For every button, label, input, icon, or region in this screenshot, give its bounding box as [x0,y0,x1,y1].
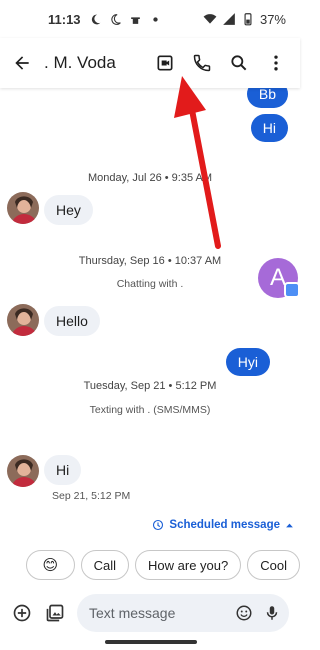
gallery-icon [46,604,64,622]
conversation-app-bar: . M. Voda [0,38,300,88]
text-message-input[interactable] [89,605,219,621]
contact-photo-icon [7,455,39,487]
chat-mode-label: Texting with . (SMS/MMS) [89,404,211,416]
smart-reply-chip[interactable]: How are you? [135,550,242,580]
more-vert-icon [273,55,278,71]
wifi-icon [203,14,217,24]
date-divider: Tuesday, Sep 21 • 5:12 PM [83,380,217,392]
message-timestamp: Sep 21, 5:12 PM [52,490,131,502]
status-bar: 11:13 37% [0,0,300,38]
status-time: 11:13 [48,11,81,27]
contact-photo-avatar[interactable] [7,304,39,336]
incoming-message-bubble[interactable]: Hi [44,455,82,485]
text-message-field[interactable] [77,594,289,632]
chevron-up-icon [286,523,293,527]
battery-icon [244,13,252,26]
smart-reply-chip[interactable]: Cool [247,550,300,580]
contact-name[interactable]: . M. Voda [44,53,116,73]
dot-icon [152,16,158,22]
scheduled-message-label: Scheduled message [169,519,280,531]
moon-icon-2 [110,13,121,25]
chat-mode-label: Chatting with . [116,278,184,290]
add-attachment-button[interactable] [8,599,36,627]
outgoing-message-bubble[interactable]: Hi [250,114,288,142]
moon-icon [91,14,100,24]
smart-reply-chip[interactable]: Call [80,550,130,580]
date-divider: Thursday, Sep 16 • 10:37 AM [78,255,222,267]
emoji-button[interactable] [235,604,253,622]
signal-icon [223,13,235,25]
gesture-nav-handle[interactable] [105,640,197,644]
compose-bar [0,594,300,634]
date-divider: Monday, Jul 26 • 9:35 AM [87,172,213,184]
phone-icon [193,54,210,72]
status-right: 37% [203,12,286,27]
arrow-back-icon [15,56,29,70]
smart-reply-emoji-chip[interactable]: 😊 [26,550,75,580]
add-circle-icon [13,604,31,622]
video-call-button[interactable] [146,43,183,83]
search-icon [230,55,246,71]
smart-reply-chips: 😊 Call How are you? Cool [0,550,300,582]
video-call-icon [157,55,172,71]
message-thread[interactable]: Bb Hi Monday, Jul 26 • 9:35 AM Hey Thurs… [0,80,300,518]
contact-photo-avatar[interactable] [7,192,39,224]
contact-photo-avatar[interactable] [7,455,39,487]
microphone-button[interactable] [263,604,281,622]
field-icons [235,604,281,622]
battery-percent: 37% [259,11,286,27]
app-notification-icon [130,16,140,24]
app-bar-actions [146,43,300,83]
contact-photo-icon [7,192,39,224]
more-options-button[interactable] [257,43,294,83]
scheduled-message-link[interactable]: Scheduled message [152,519,294,531]
back-button[interactable] [0,38,44,88]
phone-call-button[interactable] [183,43,220,83]
notification-icons [89,13,162,26]
incoming-message-bubble[interactable]: Hey [44,195,93,225]
gallery-button[interactable] [41,599,69,627]
incoming-message-bubble[interactable]: Hello [44,306,100,336]
contact-photo-icon [7,304,39,336]
outgoing-message-bubble[interactable]: Hyi [225,348,270,376]
clock-icon [153,519,164,531]
search-button[interactable] [220,43,257,83]
message-app-badge-icon [284,282,300,298]
